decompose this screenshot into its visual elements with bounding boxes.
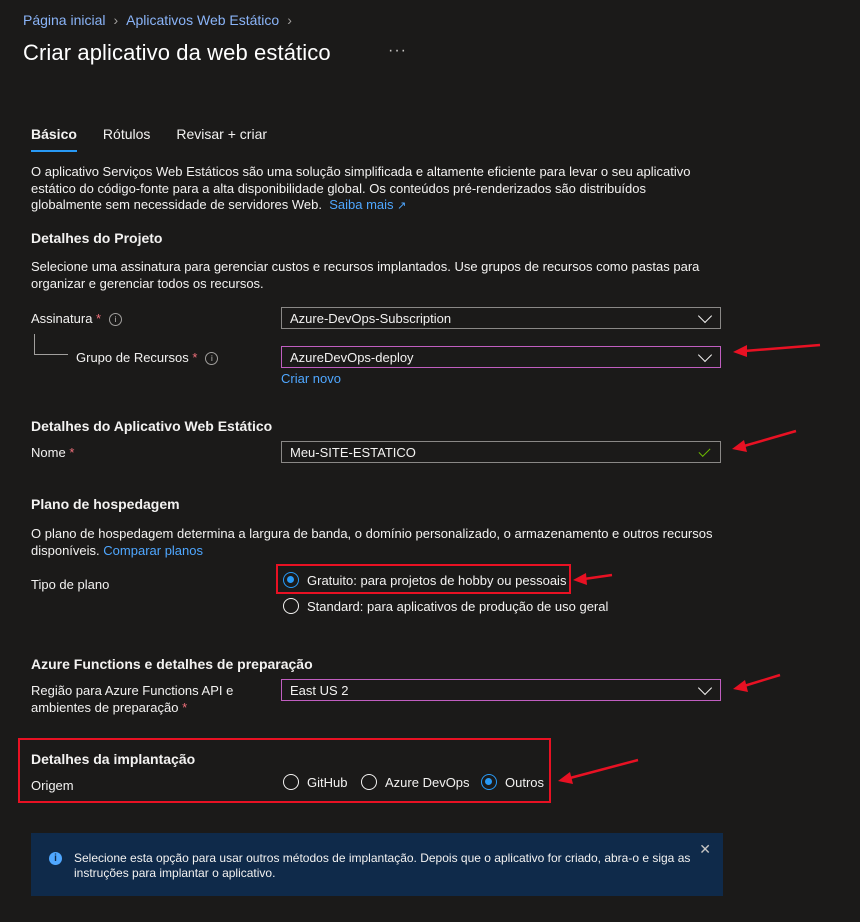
source-option-other[interactable]: Outros bbox=[481, 774, 544, 790]
hosting-heading: Plano de hospedagem bbox=[31, 496, 180, 512]
radio-selected-icon bbox=[481, 774, 497, 790]
plan-option-free[interactable]: Gratuito: para projetos de hobby ou pess… bbox=[283, 572, 566, 588]
name-input[interactable]: Meu-SITE-ESTATICO bbox=[281, 441, 721, 463]
page-title: Criar aplicativo da web estático bbox=[23, 40, 331, 65]
radio-icon bbox=[361, 774, 377, 790]
more-options-icon[interactable]: ··· bbox=[388, 42, 407, 60]
annotation-arrowhead bbox=[732, 440, 747, 452]
tab-review-create[interactable]: Revisar + criar bbox=[176, 126, 267, 152]
app-details-heading: Detalhes do Aplicativo Web Estático bbox=[31, 418, 273, 434]
breadcrumb-static-apps[interactable]: Aplicativos Web Estático bbox=[126, 12, 279, 28]
annotation-arrowhead bbox=[733, 680, 748, 692]
region-label: Região para Azure Functions API e ambien… bbox=[31, 683, 234, 715]
radio-icon bbox=[283, 598, 299, 614]
region-select[interactable]: East US 2 bbox=[281, 679, 721, 701]
info-icon[interactable]: i bbox=[109, 313, 123, 327]
subscription-select[interactable]: Azure-DevOps-Subscription bbox=[281, 307, 721, 329]
chevron-down-icon bbox=[697, 347, 713, 362]
tree-connector bbox=[34, 334, 35, 354]
info-banner: i Selecione esta opção para usar outros … bbox=[31, 833, 723, 896]
checkmark-icon bbox=[698, 444, 711, 457]
functions-heading: Azure Functions e detalhes de preparação bbox=[31, 656, 313, 672]
subscription-label: Assinatura * i bbox=[31, 311, 123, 327]
radio-selected-icon bbox=[283, 572, 299, 588]
project-details-heading: Detalhes do Projeto bbox=[31, 230, 163, 246]
project-details-desc: Selecione uma assinatura para gerenciar … bbox=[31, 259, 700, 291]
annotation-arrow bbox=[569, 758, 639, 780]
hosting-desc: O plano de hospedagem determina a largur… bbox=[31, 526, 713, 558]
annotation-arrow bbox=[583, 573, 613, 581]
close-icon[interactable]: ✕ bbox=[699, 841, 711, 858]
plan-type-label: Tipo de plano bbox=[31, 577, 110, 592]
intro-text: O aplicativo Serviços Web Estáticos são … bbox=[31, 164, 691, 212]
chevron-down-icon bbox=[697, 308, 713, 323]
annotation-arrowhead bbox=[558, 772, 573, 784]
tab-basics[interactable]: Básico bbox=[31, 126, 77, 152]
source-label: Origem bbox=[31, 778, 74, 793]
breadcrumb-home[interactable]: Página inicial bbox=[23, 12, 106, 28]
tree-connector bbox=[34, 354, 68, 355]
annotation-arrow bbox=[743, 343, 821, 353]
info-banner-text: Selecione esta opção para usar outros mé… bbox=[74, 851, 691, 880]
compare-plans-link[interactable]: Comparar planos bbox=[103, 543, 203, 558]
deployment-heading: Detalhes da implantação bbox=[31, 751, 196, 767]
resource-group-select[interactable]: AzureDevOps-deploy bbox=[281, 346, 721, 368]
breadcrumb: Página inicial › Aplicativos Web Estátic… bbox=[23, 12, 292, 28]
annotation-arrowhead bbox=[573, 573, 587, 585]
tab-bar: Básico Rótulos Revisar + criar bbox=[31, 126, 267, 152]
chevron-right-icon: › bbox=[113, 12, 119, 28]
source-option-github[interactable]: GitHub bbox=[283, 774, 347, 790]
info-icon: i bbox=[49, 852, 62, 865]
resource-group-label: Grupo de Recursos * i bbox=[76, 350, 219, 366]
external-link-icon: ↗ bbox=[397, 200, 407, 212]
annotation-arrow bbox=[743, 429, 797, 448]
name-label: Nome * bbox=[31, 445, 75, 460]
learn-more-link[interactable]: Saiba mais ↗ bbox=[329, 197, 406, 212]
tab-tags[interactable]: Rótulos bbox=[103, 126, 150, 152]
create-new-link[interactable]: Criar novo bbox=[281, 371, 341, 386]
radio-icon bbox=[283, 774, 299, 790]
chevron-down-icon bbox=[697, 680, 713, 695]
annotation-box bbox=[18, 738, 551, 803]
annotation-arrow bbox=[743, 673, 781, 688]
plan-option-standard[interactable]: Standard: para aplicativos de produção d… bbox=[283, 598, 608, 614]
source-option-azure-devops[interactable]: Azure DevOps bbox=[361, 774, 470, 790]
chevron-right-icon: › bbox=[287, 12, 292, 28]
info-icon[interactable]: i bbox=[205, 352, 219, 366]
annotation-arrowhead bbox=[733, 345, 747, 357]
